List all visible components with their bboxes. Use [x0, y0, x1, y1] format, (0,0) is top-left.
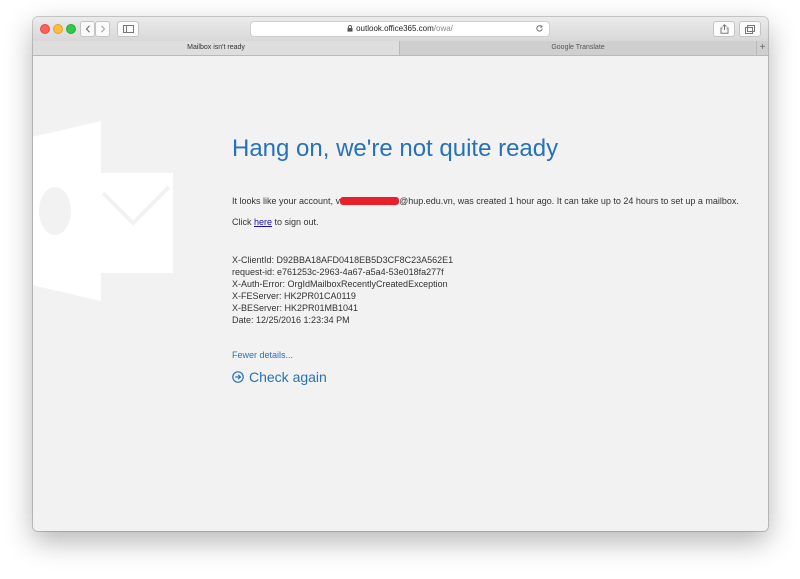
address-path: /owa/ [433, 24, 453, 33]
detail-request-id: request-id: e761253c-2963-4a67-a5a4-53e0… [232, 267, 444, 277]
page-title: Hang on, we're not quite ready [232, 135, 559, 162]
tab-bar: Mailbox isn't ready Google Translate + [33, 41, 768, 56]
share-button[interactable] [713, 21, 735, 37]
sign-out-link[interactable]: here [254, 217, 272, 227]
reload-icon[interactable] [535, 24, 544, 33]
address-host: outlook.office365.com [356, 24, 434, 33]
message-suffix: @hup.edu.vn, was created 1 hour ago. It … [399, 196, 739, 206]
browser-toolbar: outlook.office365.com/owa/ [33, 17, 768, 42]
page-content: Hang on, we're not quite ready It looks … [33, 56, 768, 531]
sidebar-toggle-button[interactable] [117, 21, 139, 37]
check-again-button[interactable]: Check again [232, 369, 327, 385]
check-again-label: Check again [249, 369, 327, 385]
share-icon [720, 24, 728, 34]
forward-button[interactable] [95, 21, 110, 37]
redaction-mark [340, 197, 400, 205]
message-prefix: It looks like your account, [232, 196, 336, 206]
detail-fe-server: X-FEServer: HK2PR01CA0119 [232, 291, 356, 301]
chevron-right-icon [100, 25, 105, 33]
signout-suffix: to sign out. [272, 217, 319, 227]
account-message: It looks like your account, v @hup.edu.vn… [232, 196, 739, 206]
detail-client-id: X-ClientId: D92BBA18AFD0418EB5D3CF8C23A5… [232, 255, 454, 265]
sign-out-line: Click here to sign out. [232, 217, 319, 227]
new-tab-button[interactable]: + [756, 41, 768, 55]
tabs-overview-icon [745, 24, 755, 34]
error-details: X-ClientId: D92BBA18AFD0418EB5D3CF8C23A5… [232, 254, 453, 326]
sidebar-icon [122, 25, 134, 33]
lock-icon [347, 25, 353, 32]
detail-be-server: X-BEServer: HK2PR01MB1041 [232, 303, 359, 313]
signout-prefix: Click [232, 217, 254, 227]
tab-google-translate[interactable]: Google Translate [400, 41, 756, 55]
back-button[interactable] [80, 21, 95, 37]
arrow-circle-right-icon [232, 371, 244, 383]
detail-auth-error: X-Auth-Error: OrgIdMailboxRecentlyCreate… [232, 279, 448, 289]
close-window-button[interactable] [40, 24, 50, 34]
browser-window: outlook.office365.com/owa/ Mailbox isn't… [33, 17, 768, 531]
show-tabs-button[interactable] [739, 21, 761, 37]
fewer-details-link[interactable]: Fewer details... [232, 350, 293, 360]
chevron-left-icon [85, 25, 90, 33]
outlook-logo-icon [33, 121, 173, 301]
tab-mailbox-not-ready[interactable]: Mailbox isn't ready [33, 41, 400, 55]
minimize-window-button[interactable] [53, 24, 63, 34]
zoom-window-button[interactable] [66, 24, 76, 34]
detail-date: Date: 12/25/2016 1:23:34 PM [232, 315, 350, 325]
address-bar[interactable]: outlook.office365.com/owa/ [250, 21, 550, 37]
